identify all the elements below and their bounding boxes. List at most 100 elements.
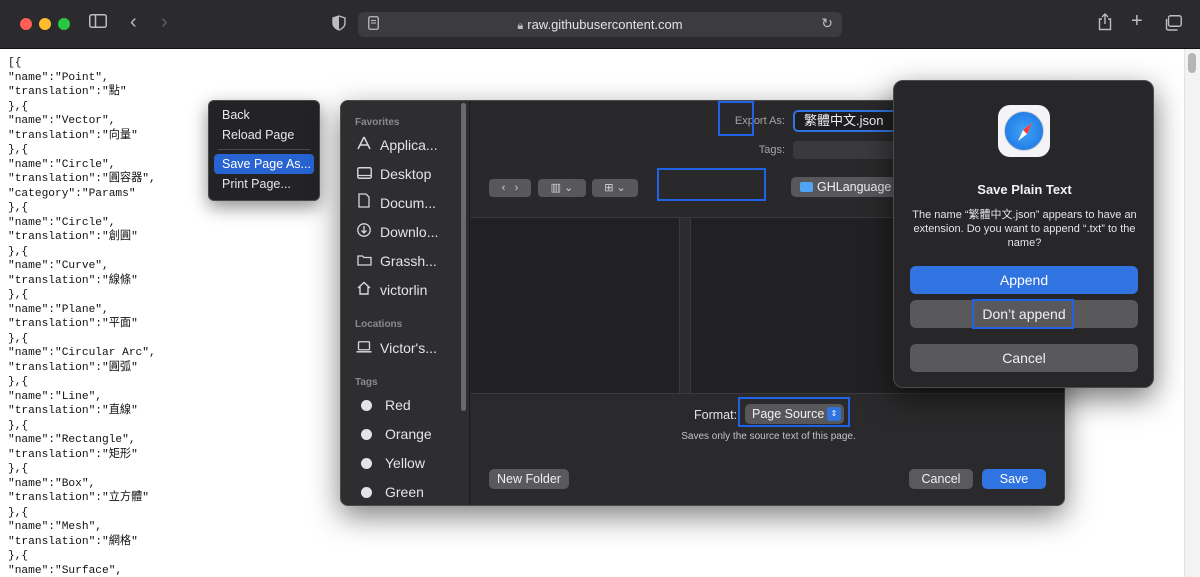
applications-icon: [355, 135, 373, 157]
source-line: "translation":"直線": [8, 405, 138, 417]
zoom-window-button[interactable]: [58, 18, 70, 30]
tags-label: Tags:: [758, 144, 785, 156]
sidebar-item-desktop[interactable]: Desktop: [355, 163, 465, 185]
sidebar-item-label: Green: [385, 484, 424, 500]
tag-dot-icon: [361, 429, 372, 440]
menu-item-back[interactable]: Back: [214, 105, 314, 125]
url-display: 🔒︎ raw.githubusercontent.com: [358, 12, 842, 39]
format-description: Saves only the source text of this page.: [681, 431, 856, 442]
locations-header: Locations: [355, 319, 403, 330]
alert-title: Save Plain Text: [977, 182, 1072, 197]
source-line: },{: [8, 289, 29, 301]
source-line: "name":"Box",: [8, 477, 96, 490]
sidebar-icon[interactable]: [89, 14, 107, 34]
alert-message: The name “繁體中文.json” appears to have an …: [912, 209, 1137, 249]
safari-app-icon: [998, 105, 1050, 157]
columns-icon: ▥: [550, 182, 562, 194]
source-line: "name":"Rectangle",: [8, 434, 136, 446]
source-line: "name":"Point",: [8, 71, 109, 84]
url-text: raw.githubusercontent.com: [527, 17, 683, 32]
tab-overview-icon[interactable]: [1164, 15, 1182, 37]
tag-dot-icon: [361, 487, 372, 498]
back-forward-buttons[interactable]: ‹ ›: [489, 179, 531, 197]
sidebar-scrollbar[interactable]: [461, 103, 466, 411]
dont-append-button[interactable]: Don’t append: [910, 300, 1138, 328]
save-plain-text-alert: Save Plain Text The name “繁體中文.json” app…: [893, 80, 1154, 388]
source-line: "name":"Circle",: [8, 216, 116, 229]
sidebar-item-label: Victor's...: [380, 340, 437, 356]
source-line: "translation":"創圓": [8, 231, 138, 243]
source-line: "translation":"矩形": [8, 448, 138, 461]
source-line: "name":"Mesh",: [8, 521, 102, 533]
chevron-down-icon: ⌄: [564, 182, 574, 194]
cancel-button[interactable]: Cancel: [909, 469, 973, 489]
view-mode-button[interactable]: ▥ ⌄: [538, 179, 586, 197]
grid-icon: ⊞: [604, 182, 614, 194]
source-line: },{: [8, 202, 29, 214]
source-line: "translation":"立方體": [8, 492, 149, 504]
context-menu: Back Reload Page Save Page As... Print P…: [208, 100, 320, 201]
sidebar-tag-red[interactable]: Red: [355, 394, 465, 416]
compass-icon: [1004, 111, 1044, 151]
append-button[interactable]: Append: [910, 266, 1138, 294]
lock-icon: 🔒︎: [517, 20, 524, 32]
location-label: GHLanguage: [817, 180, 892, 194]
sidebar-item-label: Downlo...: [380, 224, 439, 240]
sidebar-item-applications[interactable]: Applica...: [355, 134, 465, 156]
column-divider[interactable]: [679, 218, 691, 394]
tag-dot-icon: [361, 458, 372, 469]
minimize-window-button[interactable]: [39, 18, 51, 30]
source-line: },{: [8, 332, 29, 345]
source-line: },{: [8, 245, 29, 258]
menu-item-reload-page[interactable]: Reload Page: [214, 125, 314, 145]
sidebar-item-label: Yellow: [385, 455, 425, 471]
chevron-left-icon[interactable]: ‹: [130, 12, 137, 32]
save-button[interactable]: Save: [982, 469, 1046, 489]
document-icon: [355, 193, 373, 215]
menu-item-print-page[interactable]: Print Page...: [214, 174, 314, 194]
source-line: },{: [8, 506, 29, 519]
new-folder-button[interactable]: New Folder: [489, 469, 569, 489]
chevron-left-icon[interactable]: ‹: [502, 182, 506, 194]
sidebar-item-home[interactable]: victorlin: [355, 279, 465, 301]
source-line: "translation":"線條": [8, 274, 138, 287]
sidebar-item-label: victorlin: [380, 282, 428, 298]
source-line: "name":"Surface",: [8, 564, 123, 577]
sidebar-item-folder[interactable]: Grassh...: [355, 250, 465, 272]
source-line: },{: [8, 463, 29, 475]
source-line: [{: [8, 57, 22, 69]
desktop-icon: [355, 164, 373, 186]
home-icon: [355, 280, 373, 302]
source-line: "name":"Line",: [8, 390, 102, 403]
shield-icon[interactable]: [332, 15, 346, 37]
alert-cancel-button[interactable]: Cancel: [910, 344, 1138, 372]
downloads-icon: [355, 222, 373, 244]
folder-icon: [800, 182, 813, 192]
reload-icon[interactable]: ↻: [821, 15, 833, 32]
chevron-right-icon[interactable]: ›: [161, 12, 168, 32]
sidebar-item-documents[interactable]: Docum...: [355, 192, 465, 214]
source-line: },{: [8, 376, 29, 388]
sidebar-tag-orange[interactable]: Orange: [355, 423, 465, 445]
favorites-header: Favorites: [355, 117, 400, 128]
close-window-button[interactable]: [20, 18, 32, 30]
sidebar-tag-yellow[interactable]: Yellow: [355, 452, 465, 474]
plus-icon[interactable]: +: [1131, 11, 1143, 31]
browser-toolbar: ‹ › 🔒︎ raw.githubusercontent.com ↻ +: [0, 0, 1200, 49]
page-scrollbar[interactable]: [1184, 49, 1200, 577]
group-mode-button[interactable]: ⊞ ⌄: [592, 179, 638, 197]
share-icon[interactable]: [1098, 13, 1112, 37]
tags-header: Tags: [355, 377, 378, 388]
sidebar-item-label: Orange: [385, 426, 432, 442]
menu-item-save-page-as[interactable]: Save Page As...: [214, 154, 314, 174]
address-bar[interactable]: 🔒︎ raw.githubusercontent.com ↻: [358, 12, 842, 37]
sidebar-tag-green[interactable]: Green: [355, 481, 465, 503]
sidebar-item-label: Docum...: [380, 195, 437, 211]
save-dialog-footer: Format: Page Source ⇕ Saves only the sou…: [471, 393, 1064, 505]
source-line: "name":"Circular Arc",: [8, 347, 156, 359]
format-popup[interactable]: Page Source ⇕: [745, 404, 844, 424]
sidebar-item-computer[interactable]: Victor's...: [355, 337, 465, 359]
sidebar-item-downloads[interactable]: Downlo...: [355, 221, 465, 243]
chevron-right-icon[interactable]: ›: [515, 182, 519, 194]
page-scrollbar-thumb[interactable]: [1188, 53, 1196, 73]
